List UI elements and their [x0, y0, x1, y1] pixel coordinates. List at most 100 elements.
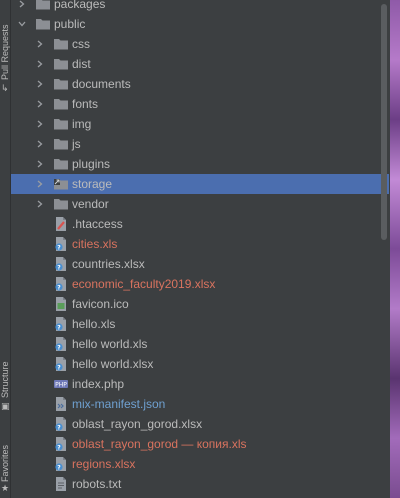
chevron-right-icon[interactable] [35, 94, 45, 114]
tree-item-label: economic_faculty2019.xlsx [72, 277, 216, 291]
tree-item-label: hello world.xls [72, 337, 148, 351]
json-file-icon [53, 396, 69, 412]
star-icon[interactable]: ★ [1, 484, 9, 493]
tree-file-row[interactable]: ? economic_faculty2019.xlsx [11, 274, 389, 294]
text-file-icon [53, 476, 69, 492]
linked-folder-icon [53, 176, 69, 192]
tree-item-label: oblast_rayon_gorod.xlsx [72, 417, 203, 431]
structure-tab[interactable]: Structure [0, 332, 10, 398]
tree-folder-row[interactable]: fonts [11, 94, 389, 114]
svg-text:PHP: PHP [55, 382, 67, 389]
unknown-file-icon: ? [53, 456, 69, 472]
tree-item-label: js [72, 137, 81, 151]
tree-item-label: cities.xls [72, 237, 118, 251]
svg-text:?: ? [57, 424, 61, 431]
folder-icon [53, 96, 69, 112]
svg-text:?: ? [57, 264, 61, 271]
chevron-right-icon[interactable] [35, 114, 45, 134]
chevron-down-icon[interactable] [17, 14, 27, 34]
svg-text:?: ? [57, 364, 61, 371]
favorites-tab[interactable]: Favorites [0, 420, 10, 482]
tree-item-label: public [54, 17, 86, 31]
folder-icon [53, 36, 69, 52]
tree-item-label: mix-manifest.json [72, 397, 166, 411]
tree-file-row[interactable]: ? oblast_rayon_gorod.xlsx [11, 414, 389, 434]
chevron-right-icon[interactable] [35, 34, 45, 54]
htaccess-file-icon [53, 216, 69, 232]
tree-file-row[interactable]: ? countries.xlsx [11, 254, 389, 274]
tree-item-label: dist [72, 57, 91, 71]
tree-file-row[interactable]: ? hello world.xls [11, 334, 389, 354]
tree-folder-row[interactable]: css [11, 34, 389, 54]
tree-item-label: robots.txt [72, 477, 122, 491]
tree-file-row[interactable]: favicon.ico [11, 294, 389, 314]
tree-item-label: documents [72, 77, 131, 91]
tree-item-label: img [72, 117, 92, 131]
tree-file-row[interactable]: ? regions.xlsx [11, 454, 389, 474]
svg-text:?: ? [57, 344, 61, 351]
tree-item-label: hello.xls [72, 317, 116, 331]
tree-folder-row[interactable]: img [11, 114, 389, 134]
structure-icon[interactable]: ▣ [1, 402, 10, 411]
unknown-file-icon: ? [53, 276, 69, 292]
tree-file-row[interactable]: .htaccess [11, 214, 389, 234]
folder-icon [53, 76, 69, 92]
tree-item-label: storage [72, 177, 113, 191]
chevron-right-icon[interactable] [35, 134, 45, 154]
tree-item-label: favicon.ico [72, 297, 129, 311]
svg-text:?: ? [57, 324, 61, 331]
folder-icon [53, 136, 69, 152]
folder-icon [35, 16, 51, 32]
folder-icon [53, 56, 69, 72]
tree-file-row[interactable]: ? hello world.xlsx [11, 354, 389, 374]
tree-item-label: plugins [72, 157, 111, 171]
unknown-file-icon: ? [53, 416, 69, 432]
tree-item-label: countries.xlsx [72, 257, 145, 271]
tree-item-label: fonts [72, 97, 99, 111]
tree-item-label: packages [54, 0, 106, 11]
unknown-file-icon: ? [53, 436, 69, 452]
image-file-icon [53, 296, 69, 312]
chevron-right-icon[interactable] [35, 154, 45, 174]
tree-folder-row[interactable]: dist [11, 54, 389, 74]
chevron-right-icon[interactable] [35, 54, 45, 74]
tree-folder-row[interactable]: documents [11, 74, 389, 94]
svg-text:?: ? [57, 464, 61, 471]
tree-file-row[interactable]: ? hello.xls [11, 314, 389, 334]
tree-folder-row[interactable]: storage [11, 174, 389, 194]
tree-item-label: regions.xlsx [72, 457, 136, 471]
unknown-file-icon: ? [53, 236, 69, 252]
chevron-right-icon[interactable] [35, 194, 45, 214]
tree-file-row[interactable]: mix-manifest.json [11, 394, 389, 414]
vertical-scrollbar[interactable] [381, 4, 387, 240]
chevron-right-icon[interactable] [17, 0, 27, 14]
tree-file-row[interactable]: ? cities.xls [11, 234, 389, 254]
tree-folder-row[interactable]: vendor [11, 194, 389, 214]
pull-requests-icon[interactable]: ↳ [1, 84, 9, 93]
project-tree[interactable]: packages public css dist documents fonts img js… [11, 0, 389, 498]
tree-item-label: index.php [72, 377, 125, 391]
pull-requests-tab[interactable]: Pull Requests [0, 2, 10, 80]
tree-folder-row[interactable]: js [11, 134, 389, 154]
unknown-file-icon: ? [53, 256, 69, 272]
unknown-file-icon: ? [53, 356, 69, 372]
folder-icon [53, 196, 69, 212]
background-image-strip [390, 0, 400, 498]
tree-folder-row[interactable]: packages [11, 0, 389, 14]
unknown-file-icon: ? [53, 336, 69, 352]
svg-text:?: ? [57, 284, 61, 291]
php-file-icon: PHP [53, 376, 69, 392]
tree-item-label: hello world.xlsx [72, 357, 154, 371]
tree-item-label: .htaccess [72, 217, 123, 231]
chevron-right-icon[interactable] [35, 174, 45, 194]
tree-folder-row[interactable]: plugins [11, 154, 389, 174]
folder-icon [35, 0, 51, 12]
tree-file-row[interactable]: PHP index.php [11, 374, 389, 394]
tool-window-stripe: Pull Requests ↳ Structure ▣ Favorites ★ [0, 0, 11, 498]
unknown-file-icon: ? [53, 316, 69, 332]
tree-item-label: oblast_rayon_gorod — копия.xls [72, 437, 247, 451]
chevron-right-icon[interactable] [35, 74, 45, 94]
tree-file-row[interactable]: ? oblast_rayon_gorod — копия.xls [11, 434, 389, 454]
tree-file-row[interactable]: robots.txt [11, 474, 389, 494]
tree-folder-row[interactable]: public [11, 14, 389, 34]
